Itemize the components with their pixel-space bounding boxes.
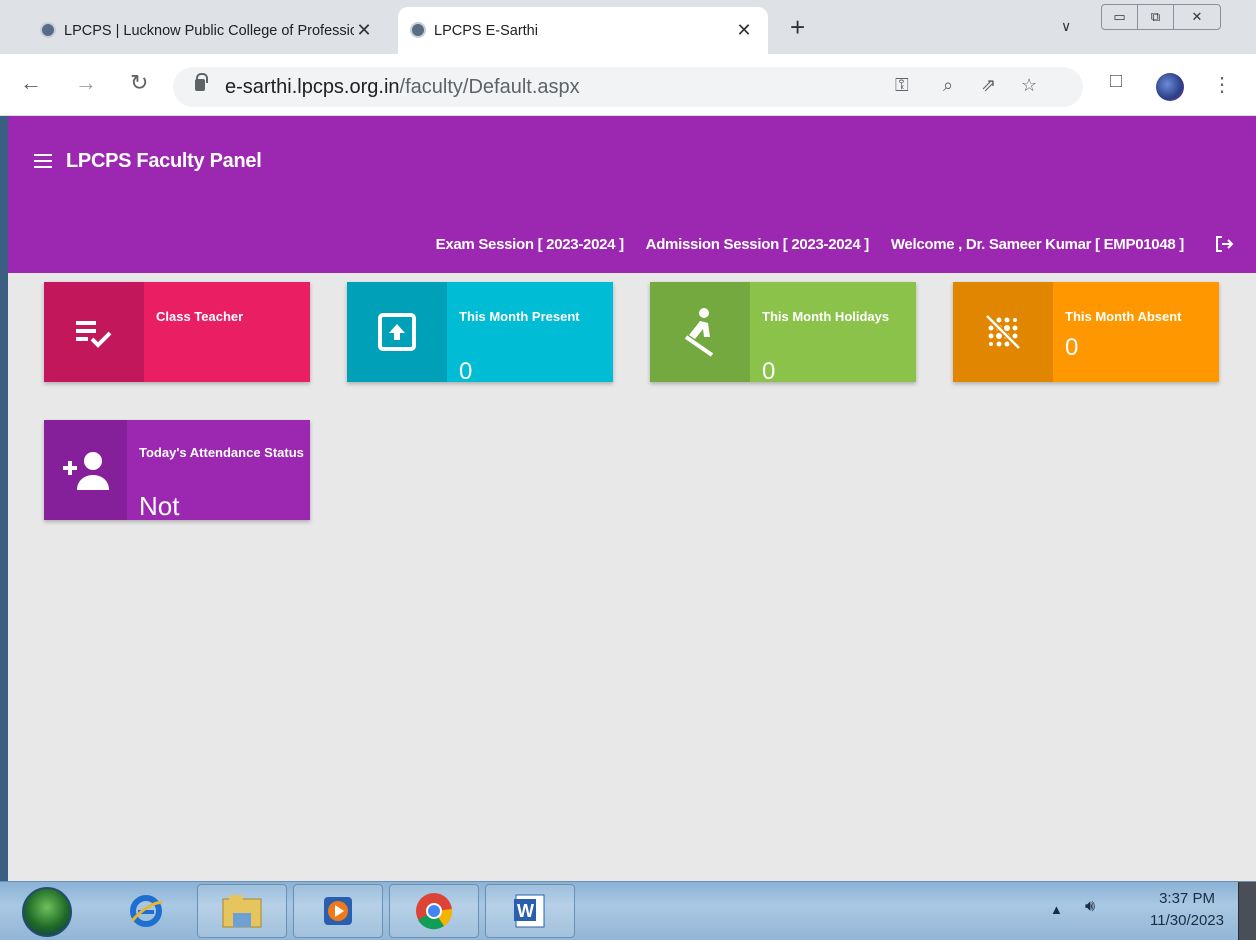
minimize-icon[interactable]: ▭ xyxy=(1102,5,1138,29)
this-month-absent-card[interactable]: This Month Absent 0 xyxy=(953,282,1219,382)
site-favicon-icon xyxy=(410,22,426,38)
start-button[interactable] xyxy=(22,887,72,937)
card-value: 0 xyxy=(762,358,776,383)
class-teacher-card[interactable]: Class Teacher xyxy=(44,282,310,382)
site-favicon-icon xyxy=(40,22,56,38)
card-value: 0 xyxy=(459,358,473,383)
volume-icon[interactable]: 🔊︎ xyxy=(1085,898,1095,916)
app-header: LPCPS Faculty Panel Exam Session [ 2023-… xyxy=(8,116,1256,273)
rowing-icon xyxy=(650,282,750,382)
windows-taskbar: W ▲ 🔊︎ 3:37 PM 11/30/2023 xyxy=(0,881,1256,940)
url-text: e-sarthi.lpcps.org.in/faculty/Default.as… xyxy=(225,76,580,98)
file-explorer-icon[interactable] xyxy=(197,884,287,938)
chrome-icon[interactable] xyxy=(389,884,479,938)
card-label: This Month Holidays xyxy=(762,309,890,324)
session-info: Exam Session [ 2023-2024 ] Admission Ses… xyxy=(418,236,1185,253)
new-tab-button[interactable]: + xyxy=(790,14,805,40)
hamburger-menu-icon[interactable] xyxy=(34,154,52,168)
app-title: LPCPS Faculty Panel xyxy=(66,150,262,172)
card-label: Today's Attendance Status xyxy=(139,445,304,460)
dashboard-content: Class Teacher This Month Present 0 This … xyxy=(8,273,1256,881)
media-player-icon[interactable] xyxy=(293,884,383,938)
card-label: This Month Absent xyxy=(1065,309,1182,324)
close-tab-icon[interactable]: ✕ xyxy=(734,20,754,41)
clock-time: 3:37 PM xyxy=(1159,890,1215,907)
tray-overflow-icon[interactable]: ▲ xyxy=(1050,902,1063,917)
welcome-user: Welcome , Dr. Sameer Kumar [ EMP01048 ] xyxy=(890,236,1184,253)
upload-box-icon xyxy=(347,282,447,382)
address-bar[interactable]: e-sarthi.lpcps.org.in/faculty/Default.as… xyxy=(173,67,1083,107)
system-clock[interactable]: 3:37 PM 11/30/2023 xyxy=(1150,888,1224,932)
lock-icon[interactable] xyxy=(195,73,208,91)
card-value: Not xyxy=(139,491,180,520)
browser-tab-esarthi[interactable]: LPCPS E-Sarthi ✕ xyxy=(398,7,768,54)
word-icon[interactable]: W xyxy=(485,884,575,938)
forward-arrow-icon[interactable]: → xyxy=(75,72,97,94)
blur-off-icon xyxy=(953,282,1053,382)
this-month-present-card[interactable]: This Month Present 0 xyxy=(347,282,613,382)
checklist-icon xyxy=(44,282,144,382)
menu-kebab-icon[interactable]: ⋮ xyxy=(1212,72,1232,97)
restore-icon[interactable]: ⧉ xyxy=(1138,5,1174,29)
back-arrow-icon[interactable]: ← xyxy=(20,72,42,94)
card-value: 0 xyxy=(1065,334,1079,361)
browser-tab-lpcps-college[interactable]: LPCPS | Lucknow Public College of Profes… xyxy=(28,7,388,54)
tab-title: LPCPS E-Sarthi xyxy=(434,22,538,39)
show-desktop-button[interactable] xyxy=(1238,882,1256,940)
zoom-icon[interactable]: ⌕ xyxy=(943,75,953,96)
this-month-holidays-card[interactable]: This Month Holidays 0 xyxy=(650,282,916,382)
profile-avatar[interactable] xyxy=(1156,73,1184,101)
browser-tab-bar: LPCPS | Lucknow Public College of Profes… xyxy=(0,0,1256,54)
close-window-icon[interactable]: ✕ xyxy=(1174,5,1220,29)
internet-explorer-icon[interactable] xyxy=(106,884,186,938)
exam-session: Exam Session [ 2023-2024 ] xyxy=(435,236,624,253)
logout-icon[interactable] xyxy=(1214,234,1234,254)
tab-search-chevron-icon[interactable]: ∨ xyxy=(1061,18,1071,35)
todays-attendance-card[interactable]: Today's Attendance Status Not xyxy=(44,420,310,520)
reload-icon[interactable]: ↻ xyxy=(130,72,148,94)
svg-text:W: W xyxy=(517,901,534,921)
admission-session: Admission Session [ 2023-2024 ] xyxy=(645,236,870,253)
card-label: This Month Present xyxy=(459,309,580,324)
card-label: Class Teacher xyxy=(156,309,244,324)
password-key-icon[interactable]: ⚿ xyxy=(895,75,909,96)
clock-date: 11/30/2023 xyxy=(1150,912,1224,929)
person-add-icon xyxy=(44,420,127,520)
window-controls: ▭ ⧉ ✕ xyxy=(1101,4,1221,30)
side-panel-icon[interactable]: □ xyxy=(1110,70,1122,93)
close-tab-icon[interactable]: ✕ xyxy=(354,20,374,41)
bookmark-star-icon[interactable]: ☆ xyxy=(1021,75,1037,96)
share-icon[interactable]: ⇗ xyxy=(981,75,996,96)
tab-title: LPCPS | Lucknow Public College of Profes… xyxy=(64,22,354,39)
